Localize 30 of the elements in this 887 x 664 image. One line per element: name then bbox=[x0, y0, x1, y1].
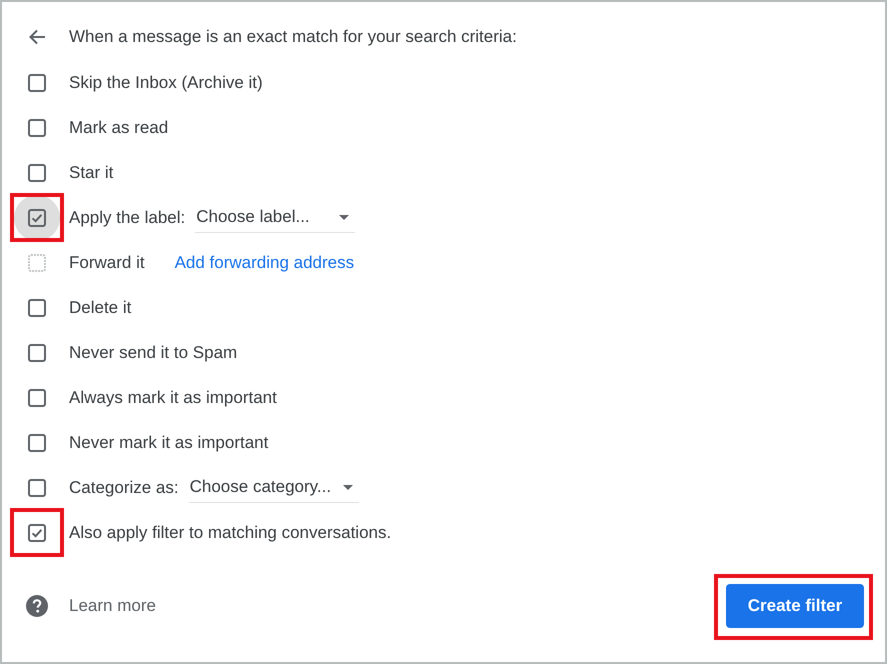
checkbox[interactable] bbox=[28, 208, 46, 226]
checkbox[interactable] bbox=[28, 118, 46, 136]
create-filter-button[interactable]: Create filter bbox=[726, 584, 864, 628]
caret-icon bbox=[339, 214, 350, 220]
option-label: Apply the label: bbox=[69, 206, 186, 229]
checkbox[interactable] bbox=[28, 524, 46, 542]
option-label: Also apply filter to matching conversations. bbox=[69, 522, 392, 544]
checkbox[interactable] bbox=[28, 74, 46, 92]
learn-more-link[interactable]: Learn more bbox=[69, 593, 156, 619]
checkbox[interactable] bbox=[28, 478, 46, 496]
option-label: Never send it to Spam bbox=[69, 342, 238, 364]
back-arrow-icon[interactable] bbox=[28, 29, 46, 45]
checkbox[interactable] bbox=[28, 388, 46, 406]
caret-icon bbox=[343, 484, 354, 490]
option-label: Always mark it as important bbox=[69, 386, 277, 409]
option-label: Never mark it as important bbox=[69, 432, 268, 454]
checkbox[interactable] bbox=[28, 298, 46, 316]
option-label: Forward it bbox=[69, 252, 145, 274]
option-label: Delete it bbox=[69, 296, 132, 319]
checkbox[interactable] bbox=[28, 344, 46, 362]
help-icon bbox=[26, 595, 48, 617]
option-label: Skip the Inbox (Archive it) bbox=[69, 72, 263, 94]
criteria-heading: When a message is an exact match for your search criteria: bbox=[69, 26, 517, 48]
checkbox[interactable] bbox=[28, 434, 46, 452]
option-label: Mark as read bbox=[69, 116, 168, 139]
checkbox[interactable] bbox=[28, 164, 46, 182]
dropdown[interactable]: Choose category... bbox=[188, 472, 360, 502]
option-label: Categorize as: bbox=[69, 476, 179, 499]
dropdown[interactable]: Choose label... bbox=[195, 202, 356, 232]
option-label: Star it bbox=[69, 162, 114, 184]
